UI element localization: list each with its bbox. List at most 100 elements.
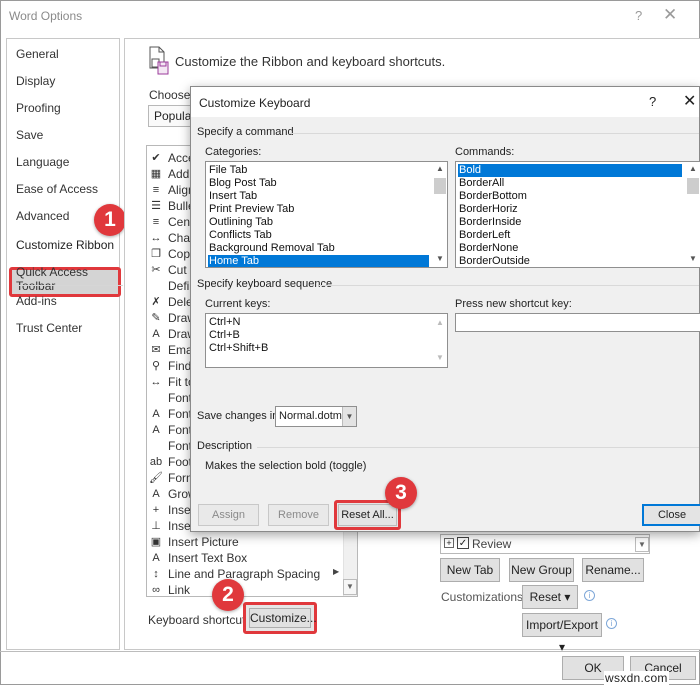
scroll-up-button[interactable]: ▲	[688, 164, 698, 173]
categories-list[interactable]: File Tab Blog Post Tab Insert Tab Print Pre…	[205, 161, 448, 268]
command-label: Font	[168, 407, 193, 421]
command-list-item[interactable]: ▣ Insert Picture	[147, 534, 343, 550]
dialog-commands-list[interactable]: Bold BorderAll BorderBottom BorderHoriz Bord…	[455, 161, 700, 268]
sidebar-item-trust-center[interactable]: Trust Center	[16, 321, 82, 335]
ribbon-tab-item-review[interactable]: + ✓ Review ▼	[440, 534, 650, 554]
command-list-item[interactable]: Bold	[458, 164, 682, 177]
command-list-item[interactable]: BorderInside	[458, 216, 682, 229]
description-text: Makes the selection bold (toggle)	[205, 460, 367, 472]
assign-button[interactable]: Assign	[198, 504, 259, 526]
category-list-item[interactable]: Print Preview Tab	[208, 203, 429, 216]
current-keys-scrollbar[interactable]: ▲ ▼	[433, 314, 447, 367]
info-icon[interactable]: i	[606, 618, 617, 629]
command-label: Cut	[168, 263, 187, 277]
category-list-item[interactable]: File Tab	[208, 164, 429, 177]
remove-button[interactable]: Remove	[268, 504, 329, 526]
font-size-icon: A	[152, 424, 160, 436]
info-icon[interactable]: i	[584, 590, 595, 601]
categories-scrollbar[interactable]: ▲ ▼	[433, 162, 447, 267]
command-list-item[interactable]: A Insert Text Box	[147, 550, 343, 566]
command-list-item[interactable]: BorderNone	[458, 242, 682, 255]
command-list-item[interactable]: BorderOutside	[458, 255, 682, 267]
command-list-item[interactable]: ↕ Line and Paragraph Spacing	[147, 566, 343, 582]
scroll-down-button[interactable]: ▼	[343, 579, 357, 595]
scroll-down-button[interactable]: ▼	[635, 537, 649, 552]
fit-icon: ↔	[150, 376, 162, 388]
current-key-item[interactable]: Ctrl+Shift+B	[208, 342, 429, 355]
customize-button[interactable]: Customize...	[249, 608, 317, 628]
category-list-item[interactable]: Home Tab	[208, 255, 429, 267]
insert-break-icon: ⊥	[151, 520, 161, 532]
close-icon[interactable]: ✕	[663, 5, 677, 25]
scroll-down-button[interactable]: ▼	[688, 254, 698, 263]
bullets-icon: ☰	[151, 200, 161, 212]
copy-icon: ❐	[151, 248, 161, 260]
categories-label: Categories:	[205, 146, 262, 158]
command-list-item[interactable]: BorderHoriz	[458, 203, 682, 216]
import-export-button[interactable]: Import/Export ▾	[522, 613, 602, 654]
command-list-item[interactable]: BorderLeft	[458, 229, 682, 242]
current-keys-list[interactable]: Ctrl+N Ctrl+B Ctrl+Shift+B ▲ ▼	[205, 313, 448, 368]
scroll-up-button[interactable]: ▲	[435, 318, 445, 327]
current-key-item[interactable]: Ctrl+N	[208, 316, 429, 329]
category-list-item[interactable]: Conflicts Tab	[208, 229, 429, 242]
specify-command-group-label: Specify a command	[197, 126, 294, 138]
insert-textbox-icon: A	[152, 552, 160, 564]
close-icon[interactable]: ✕	[683, 91, 696, 111]
sidebar-item-add-ins[interactable]: Add-ins	[16, 294, 57, 308]
description-group-label: Description	[197, 440, 253, 452]
rename-button[interactable]: Rename...	[582, 558, 644, 582]
category-list-item[interactable]: Blog Post Tab	[208, 177, 429, 190]
sidebar-item-general[interactable]: General	[16, 47, 59, 61]
command-label: Insert Picture	[168, 535, 239, 549]
sidebar-item-quick-access-toolbar[interactable]: Quick Access Toolbar	[16, 265, 119, 293]
command-list-item[interactable]: BorderBottom	[458, 190, 682, 203]
help-button[interactable]: ?	[635, 8, 642, 23]
change-icon: ↔	[150, 232, 162, 244]
scroll-down-button[interactable]: ▼	[435, 353, 445, 362]
delete-comment-icon: ✗	[151, 296, 161, 308]
chevron-down-icon[interactable]: ▼	[342, 407, 356, 426]
sidebar-item-proofing[interactable]: Proofing	[16, 101, 61, 115]
keyboard-shortcuts-label: Keyboard shortcuts:	[148, 613, 255, 627]
scroll-down-button[interactable]: ▼	[435, 254, 445, 263]
scroll-up-button[interactable]: ▲	[435, 164, 445, 173]
blank-icon	[149, 391, 163, 405]
current-key-item[interactable]: Ctrl+B	[208, 329, 429, 342]
new-tab-button[interactable]: New Tab	[440, 558, 500, 582]
new-group-button[interactable]: New Group	[509, 558, 574, 582]
sidebar-item-customize-ribbon[interactable]: Customize Ribbon	[16, 238, 114, 252]
sidebar-item-language[interactable]: Language	[16, 155, 69, 169]
dialog-title: Customize Keyboard	[199, 96, 311, 110]
sidebar-item-ease-of-access[interactable]: Ease of Access	[16, 182, 98, 196]
category-list-item[interactable]: Outlining Tab	[208, 216, 429, 229]
sidebar-item-advanced[interactable]: Advanced	[16, 209, 69, 223]
expand-icon[interactable]: +	[444, 538, 454, 548]
scroll-thumb[interactable]	[687, 178, 699, 194]
sidebar-item-save[interactable]: Save	[16, 128, 43, 142]
step-badge-3: 3	[385, 477, 417, 509]
blank-icon	[149, 279, 163, 293]
commands-scrollbar[interactable]: ▲ ▼	[686, 162, 700, 267]
new-shortcut-input[interactable]	[455, 313, 700, 332]
command-list-item[interactable]: ∞ Link	[147, 582, 343, 596]
category-list-item[interactable]: Insert Tab	[208, 190, 429, 203]
help-button[interactable]: ?	[649, 94, 656, 109]
footnote-icon: ab	[149, 456, 163, 468]
email-icon: ✉	[151, 344, 161, 356]
close-button[interactable]: Close	[642, 504, 700, 526]
cut-icon: ✂	[151, 264, 161, 276]
new-shortcut-label: Press new shortcut key:	[455, 298, 572, 310]
footer-divider	[0, 651, 700, 652]
save-changes-dropdown[interactable]: Normal.dotm ▼	[275, 406, 357, 427]
review-checkbox[interactable]: ✓	[457, 537, 469, 549]
sidebar-item-display[interactable]: Display	[16, 74, 55, 88]
reset-button[interactable]: Reset ▾	[522, 585, 578, 609]
scroll-thumb[interactable]	[434, 178, 446, 194]
window-title: Word Options	[9, 9, 83, 23]
category-list-item[interactable]: Background Removal Tab	[208, 242, 429, 255]
reset-all-button[interactable]: Reset All...	[338, 504, 397, 526]
group-divider	[319, 285, 699, 286]
review-label: Review	[472, 537, 512, 551]
command-list-item[interactable]: BorderAll	[458, 177, 682, 190]
